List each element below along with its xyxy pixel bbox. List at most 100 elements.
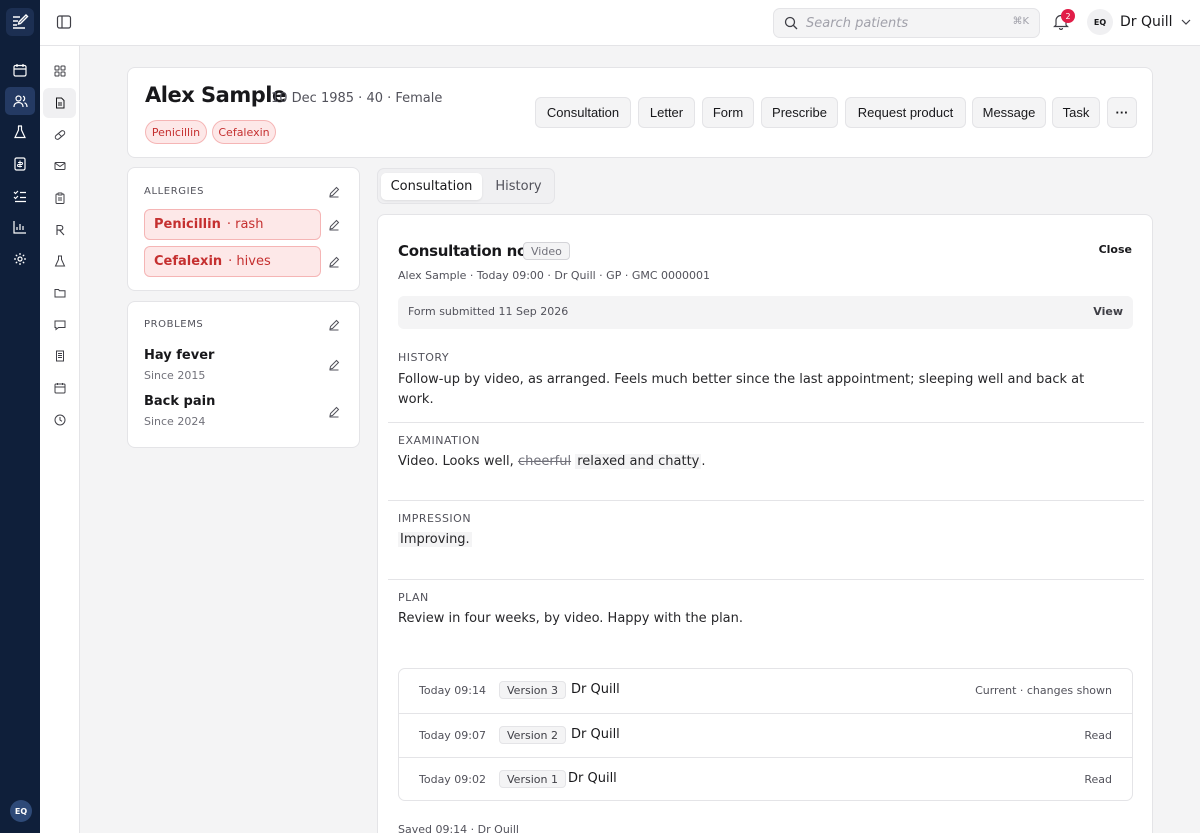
- prescribe-button[interactable]: Prescribe: [761, 97, 838, 128]
- more-actions-button[interactable]: ···: [1107, 97, 1137, 128]
- receipt-icon: [56, 350, 64, 362]
- note-title: Consultation note: [398, 242, 544, 260]
- search-input[interactable]: Search patients ⌘K: [773, 8, 1040, 38]
- allergy-name: Penicillin: [154, 217, 221, 232]
- examination-text[interactable]: Video. Looks well, cheerful relaxed and …: [398, 452, 706, 472]
- impression-heading: IMPRESSION: [398, 512, 472, 525]
- subnav-timeline[interactable]: [50, 410, 70, 430]
- examination-prefix: Video. Looks well,: [398, 454, 518, 469]
- patient-name: Alex Sample: [145, 83, 286, 107]
- version-author: Dr Quill: [571, 682, 620, 697]
- app-rail: EQ: [0, 0, 40, 833]
- examination-heading: EXAMINATION: [398, 434, 480, 447]
- history-text[interactable]: Follow-up by video, as arranged. Feels m…: [398, 370, 1098, 410]
- version-status: Read: [1084, 773, 1112, 786]
- allergy-item[interactable]: Cefalexin · hives: [144, 246, 321, 277]
- allergy-chip[interactable]: Cefalexin: [212, 120, 276, 144]
- edit-pencil-icon[interactable]: [328, 186, 340, 198]
- top-bar: Search patients ⌘K 2 EQ Dr Quill: [40, 0, 1200, 46]
- allergy-chip[interactable]: Penicillin: [145, 120, 207, 144]
- subnav-prescriptions[interactable]: [50, 220, 70, 240]
- inserted-text: relaxed and chatty: [575, 454, 702, 469]
- version-time: Today 09:02: [419, 773, 487, 786]
- problems-panel: PROBLEMS Hay fever Since 2015 Back pain …: [127, 301, 360, 448]
- rail-user-avatar[interactable]: EQ: [10, 800, 32, 822]
- rx-icon: [56, 224, 65, 236]
- rail-labs[interactable]: [10, 122, 30, 142]
- request-product-button[interactable]: Request product: [845, 97, 966, 128]
- form-button[interactable]: Form: [702, 97, 754, 128]
- consultation-note: Consultation note Video Close Alex Sampl…: [377, 214, 1153, 833]
- subnav-forms[interactable]: [50, 188, 70, 208]
- search-placeholder: Search patients: [806, 15, 909, 31]
- edit-pencil-icon[interactable]: [328, 219, 340, 231]
- folder-icon: [54, 289, 66, 298]
- user-menu[interactable]: EQ Dr Quill: [1087, 9, 1191, 35]
- close-button[interactable]: Close: [1099, 243, 1132, 256]
- subnav-documents[interactable]: [50, 283, 70, 303]
- inserted-text: Improving.: [398, 532, 472, 547]
- allergies-panel: ALLERGIES Penicillin · rash Cefalexin · …: [127, 167, 360, 291]
- deleted-text: cheerful: [517, 454, 572, 469]
- rail-patients[interactable]: [5, 87, 35, 115]
- impression-text[interactable]: Improving.: [398, 530, 472, 550]
- version-author: Dr Quill: [568, 771, 617, 786]
- rail-tasks[interactable]: [10, 186, 30, 206]
- examination-suffix: .: [701, 454, 706, 469]
- form-submitted-text: Form submitted 11 Sep 2026: [408, 305, 569, 318]
- subnav-results[interactable]: [50, 251, 70, 271]
- sidebar-toggle-button[interactable]: [56, 14, 74, 32]
- subnav-notes[interactable]: [43, 88, 76, 118]
- clipboard-icon: [55, 192, 65, 204]
- subnav-chat[interactable]: [50, 315, 70, 335]
- problem-name[interactable]: Hay fever: [144, 348, 214, 363]
- view-form-button[interactable]: View: [1093, 305, 1123, 318]
- problem-since: Since 2024: [144, 415, 206, 428]
- edit-pencil-icon[interactable]: [328, 359, 340, 371]
- mail-icon: [54, 162, 66, 170]
- plan-text[interactable]: Review in four weeks, by video. Happy wi…: [398, 609, 743, 629]
- consultation-button[interactable]: Consultation: [535, 97, 631, 128]
- note-meta: Alex Sample · Today 09:00 · Dr Quill · G…: [398, 269, 711, 282]
- subnav-invoices[interactable]: [50, 346, 70, 366]
- app-logo[interactable]: [6, 8, 34, 36]
- version-row[interactable]: Today 09:02 Version 1 Dr Quill Read: [399, 757, 1132, 801]
- patient-header: Alex Sample 10 Dec 1985 · 40 · Female Pe…: [127, 67, 1153, 158]
- message-button[interactable]: Message: [972, 97, 1046, 128]
- chevron-down-icon: [1181, 19, 1190, 25]
- rail-reports[interactable]: [10, 217, 30, 237]
- allergy-item[interactable]: Penicillin · rash: [144, 209, 321, 240]
- problem-name[interactable]: Back pain: [144, 394, 215, 409]
- edit-pencil-icon[interactable]: [328, 319, 340, 331]
- rail-calendar[interactable]: [10, 60, 30, 80]
- version-row[interactable]: Today 09:14 Version 3 Dr Quill Current ·…: [399, 669, 1132, 713]
- notepad-pen-icon: [13, 14, 29, 29]
- allergy-name: Cefalexin: [154, 254, 223, 269]
- note-tabs: Consultation History: [377, 168, 555, 204]
- version-row[interactable]: Today 09:07 Version 2 Dr Quill Read: [399, 713, 1132, 757]
- problem-since: Since 2015: [144, 369, 206, 382]
- notifications-button[interactable]: 2: [1053, 9, 1075, 34]
- tab-history[interactable]: History: [486, 173, 551, 200]
- patient-subnav: [40, 0, 80, 833]
- document-icon: [55, 97, 64, 109]
- gear-icon: [14, 253, 26, 265]
- calendar-icon: [13, 64, 27, 77]
- users-icon: [12, 95, 28, 108]
- edit-pencil-icon[interactable]: [328, 256, 340, 268]
- subnav-medications[interactable]: [50, 125, 70, 145]
- rail-settings[interactable]: [10, 249, 30, 269]
- rail-billing[interactable]: [10, 154, 30, 174]
- subnav-overview[interactable]: [50, 61, 70, 81]
- clock-icon: [54, 414, 66, 426]
- subnav-messages[interactable]: [50, 156, 70, 176]
- bar-chart-icon: [13, 221, 26, 234]
- flask-icon: [54, 255, 66, 267]
- ledger-icon: [14, 157, 26, 171]
- chat-icon: [54, 320, 66, 331]
- subnav-appointments[interactable]: [50, 378, 70, 398]
- letter-button[interactable]: Letter: [638, 97, 695, 128]
- task-button[interactable]: Task: [1052, 97, 1100, 128]
- edit-pencil-icon[interactable]: [328, 406, 340, 418]
- tab-consultation[interactable]: Consultation: [381, 173, 482, 200]
